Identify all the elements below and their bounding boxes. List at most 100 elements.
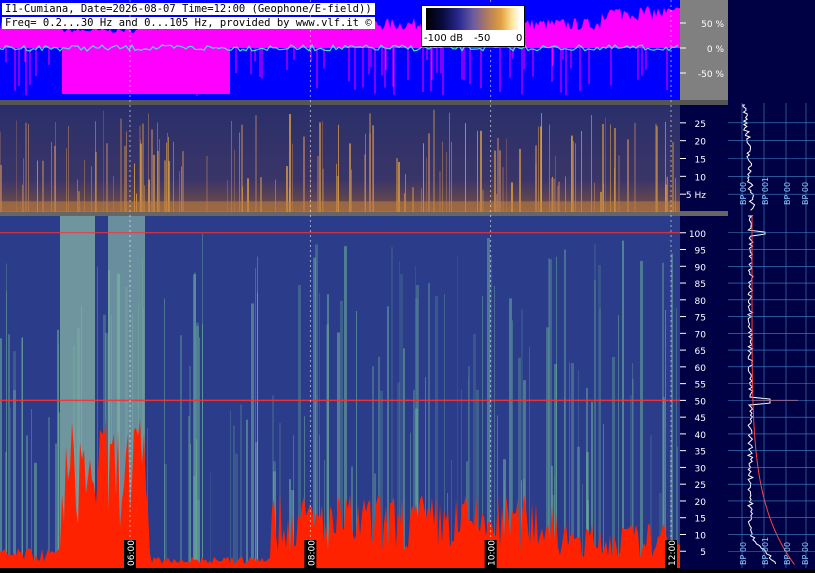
high-freq-tick-label: 10	[695, 531, 707, 541]
low-spectrum-streak	[665, 121, 666, 212]
low-spectrum-streak	[167, 132, 168, 212]
low-spectrum-streak	[319, 122, 321, 212]
profile-panel	[728, 0, 815, 569]
low-spectrum-streak	[433, 109, 435, 212]
amplitude-burst-block	[62, 48, 230, 94]
high-freq-tick-label: 80	[695, 297, 707, 307]
panel-separator	[0, 100, 728, 105]
time-label: 12:00	[665, 540, 678, 568]
low-spectrum-streak	[25, 122, 27, 212]
low-spectrum-streak	[142, 123, 144, 212]
low-spectrum-streak	[103, 110, 104, 212]
high-freq-tick-label: 60	[695, 364, 707, 374]
low-spectrum-streak	[372, 124, 373, 212]
spectrum-streak	[676, 308, 677, 568]
high-freq-tick-label: 40	[695, 431, 707, 441]
low-freq-tick-label: 10	[695, 173, 707, 183]
spectrum-streak	[246, 419, 248, 568]
low-spectrum-streak	[231, 120, 232, 212]
spectrum-streak	[194, 272, 196, 568]
spectrum-streak	[10, 407, 11, 568]
spectrum-streak	[48, 417, 50, 568]
high-freq-tick-label: 25	[695, 481, 706, 491]
high-freq-tick-label: 45	[695, 414, 706, 424]
high-profile-label: BP 00	[739, 542, 748, 565]
spectrum-streak	[612, 356, 615, 568]
low-freq-band	[0, 201, 680, 212]
low-spectrum-streak	[465, 123, 466, 212]
low-spectrum-streak	[627, 139, 629, 212]
low-spectrum-streak	[591, 115, 592, 212]
low-spectrogram-panel	[0, 105, 680, 212]
time-tick-label: 12:00	[668, 540, 678, 566]
low-spectrum-streak	[610, 124, 611, 212]
spectrogram-chart: 06:00 08:00 10:00 12:00 50 % 0 % -50 % 25 20 15 10…	[0, 0, 815, 569]
low-spectrum-streak	[255, 115, 257, 212]
spectrum-streak	[26, 435, 28, 568]
low-freq-tick-label: 25	[695, 120, 706, 130]
spectrum-streak	[8, 334, 10, 568]
colorbar-gradient	[426, 8, 520, 30]
high-freq-tick-label: 50	[695, 397, 707, 407]
spectrum-streak	[180, 335, 182, 568]
low-spectrum-streak	[365, 133, 366, 212]
spectrum-streak	[255, 442, 258, 568]
time-tick-label: 10:00	[488, 540, 498, 566]
high-freq-tick-label: 100	[689, 230, 706, 240]
high-profile-label: BP 00	[783, 542, 792, 565]
spectrum-streak	[6, 291, 7, 568]
low-spectrum-streak	[581, 131, 582, 212]
high-profile-label: BP 00	[801, 542, 810, 565]
colorbar-legend: -100 dB -50 0	[421, 5, 525, 47]
spectrum-streak	[251, 303, 254, 568]
header-line-station: I1-Cumiana, Date=2026-08-07 Time=12:00 (…	[2, 3, 375, 15]
spectrum-streak	[603, 424, 604, 568]
low-spectrum-streak	[159, 139, 160, 212]
low-spectrum-streak	[605, 117, 606, 212]
high-freq-tick-label: 65	[695, 347, 706, 357]
vlf-monitor-display: 06:00 08:00 10:00 12:00 50 % 0 % -50 % 25 20 15 10…	[0, 0, 815, 569]
low-spectrum-streak	[168, 136, 169, 212]
high-freq-tick-label: 75	[695, 314, 706, 324]
low-spectrum-streak	[239, 132, 240, 212]
spectrum-streak	[230, 410, 231, 568]
low-spectrum-streak	[634, 122, 636, 212]
low-spectrum-streak	[506, 138, 507, 212]
low-spectrum-streak	[16, 120, 17, 212]
spectrum-streak	[599, 308, 601, 568]
spectrum-streak	[569, 362, 570, 568]
spectrum-streak	[494, 286, 495, 568]
spectrum-streak	[594, 280, 596, 568]
spectrum-streak	[189, 365, 191, 568]
high-freq-tick-label: 85	[695, 280, 706, 290]
spectrum-streak	[0, 338, 2, 568]
low-freq-tick-label: 5 Hz	[686, 191, 706, 201]
low-spectrum-streak	[120, 118, 122, 212]
low-freq-tick-label: 20	[695, 138, 707, 148]
colorbar-label-min: -100 dB	[424, 33, 464, 44]
low-spectrum-streak	[322, 121, 323, 212]
spectrum-streak	[387, 306, 389, 568]
time-label: 06:00	[124, 540, 137, 568]
low-spectrum-streak	[55, 122, 56, 212]
high-freq-tick-label: 70	[695, 330, 707, 340]
spectrum-streak	[582, 483, 583, 568]
low-freq-tick-label: 15	[695, 156, 706, 166]
low-spectrum-streak	[151, 129, 153, 212]
spectrum-streak	[22, 337, 23, 568]
low-spectrum-streak	[68, 125, 69, 212]
high-freq-tick-label: 55	[695, 381, 706, 391]
high-freq-tick-label: 35	[695, 448, 706, 458]
waveform-tick-label: 50 %	[701, 20, 724, 30]
time-label: 10:00	[484, 540, 498, 568]
high-freq-tick-label: 15	[695, 515, 706, 525]
waveform-tick-label: 0 %	[707, 45, 725, 55]
low-spectrum-streak	[148, 113, 149, 212]
low-profile-label: BP 00	[739, 182, 748, 205]
low-profile-label: BP 00	[801, 182, 810, 205]
spectrum-streak	[13, 351, 16, 568]
spectrum-streak	[34, 462, 37, 568]
time-tick-label: 08:00	[307, 540, 317, 566]
spectrum-streak	[164, 464, 167, 568]
low-spectrum-streak	[373, 125, 374, 212]
